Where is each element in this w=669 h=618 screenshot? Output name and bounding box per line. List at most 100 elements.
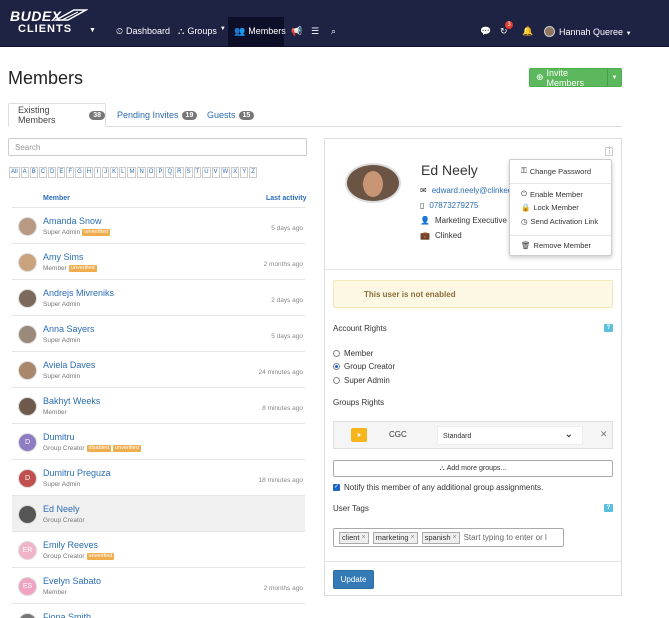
add-groups-button[interactable]: ⛬ Add more groups... (333, 460, 613, 477)
notify-checkbox-row[interactable]: ✓ Notify this member of any additional g… (333, 483, 543, 492)
member-row[interactable]: Amanda Snow Super Admin unverified 5 days a… (12, 207, 305, 243)
alphabet-letter[interactable]: P (156, 167, 165, 178)
remove-tag-icon[interactable]: × (453, 533, 457, 543)
group-permission-select[interactable]: Standard ⌄ (437, 426, 583, 445)
brand-caret-icon[interactable]: ▼ (89, 27, 96, 34)
member-row[interactable]: Aviela Daves Super Admin 24 minutes ago (12, 351, 305, 387)
alphabet-letter[interactable]: C (38, 167, 48, 178)
invite-members-button[interactable]: ⊕ Invite Members ▼ (529, 68, 622, 88)
tab-pending-invites[interactable]: Pending Invites 19 (117, 103, 198, 127)
nav-groups[interactable]: ⛬ Groups ▼ (178, 17, 226, 47)
member-name-link[interactable]: Dumitru Preguza (43, 468, 111, 478)
alphabet-letter[interactable]: I (94, 167, 102, 178)
help-icon[interactable]: ? (604, 324, 613, 332)
member-name-link[interactable]: Fiona Smith (43, 612, 91, 618)
member-phone[interactable]: 07873279275 (429, 201, 478, 210)
search-input[interactable]: Search (8, 138, 307, 156)
checkbox-checked-icon[interactable]: ✓ (333, 484, 340, 491)
radio-member[interactable]: Member (333, 349, 373, 358)
menu-remove-member[interactable]: 🗑 Remove Member (521, 241, 591, 250)
member-name-link[interactable]: Evelyn Sabato (43, 576, 101, 586)
member-row[interactable]: Ed Neely Group Creator (12, 495, 305, 531)
alphabet-letter[interactable]: K (110, 167, 119, 178)
remove-tag-icon[interactable]: × (362, 533, 366, 543)
member-row[interactable]: Andrejs Mivreniks Super Admin 2 days ago (12, 279, 305, 315)
menu-send-activation[interactable]: ◷ Send Activation Link (521, 217, 598, 226)
tab-guests[interactable]: Guests 15 (207, 103, 255, 127)
member-row[interactable]: Anna Sayers Super Admin 5 days ago (12, 315, 305, 351)
member-row[interactable]: D Dumitru Preguza Super Admin 18 minutes ag… (12, 459, 305, 495)
user-tags-input[interactable]: client × marketing × spanish × Start typing… (333, 528, 564, 547)
remove-tag-icon[interactable]: × (411, 533, 415, 543)
alphabet-letter[interactable]: N (137, 167, 146, 178)
member-company: Clinked (434, 231, 462, 240)
alphabet-letter[interactable]: O (146, 167, 156, 178)
member-name-link[interactable]: Dumitru (43, 432, 75, 442)
invite-dropdown-toggle[interactable]: ▼ (607, 69, 621, 86)
column-header-activity[interactable]: Last activity (266, 195, 306, 202)
nav-members[interactable]: 👥 Members (228, 17, 286, 47)
member-name-link[interactable]: Emily Reeves (43, 540, 98, 550)
bell-icon[interactable]: 🔔 (522, 26, 533, 37)
menu-lock-member[interactable]: 🔒 Lock Member (521, 203, 579, 212)
member-name-link[interactable]: Bakhyt Weeks (43, 396, 100, 406)
group-name: CGC (389, 430, 407, 439)
alphabet-letter[interactable]: D (48, 167, 57, 178)
update-button[interactable]: Update (333, 570, 374, 589)
alphabet-letter[interactable]: A (20, 167, 29, 178)
member-role: Super Admin (43, 373, 80, 380)
member-name-link[interactable]: Amy Sims (43, 252, 84, 262)
member-row[interactable]: Bakhyt Weeks Member 8 minutes ago (12, 387, 305, 423)
tag-chip: client × (339, 531, 369, 544)
alphabet-letter[interactable]: T (193, 167, 202, 178)
member-name-link[interactable]: Amanda Snow (43, 216, 102, 226)
alphabet-letter[interactable]: U (202, 167, 211, 178)
alphabet-letter[interactable]: W (220, 167, 231, 178)
alphabet-letter[interactable]: All (9, 167, 20, 178)
user-avatar[interactable] (544, 26, 555, 37)
alphabet-letter[interactable]: H (84, 167, 94, 178)
alphabet-letter[interactable]: J (102, 167, 110, 178)
tab-existing-members[interactable]: Existing Members 38 (8, 103, 106, 127)
alphabet-letter[interactable]: E (57, 167, 66, 178)
member-name-link[interactable]: Aviela Daves (43, 360, 95, 370)
help-icon[interactable]: ? (604, 504, 613, 512)
person-icon: 👤 (420, 216, 430, 225)
more-options-icon[interactable]: ⋮ (605, 147, 613, 156)
member-row[interactable]: ER Emily Reeves Group Creator unverified (12, 531, 305, 567)
chat-icon[interactable]: 💬 (480, 26, 491, 37)
alphabet-letter[interactable]: Q (165, 167, 175, 178)
radio-super-admin[interactable]: Super Admin (333, 376, 390, 385)
member-row[interactable]: D Dumitru Group Creator disabled unverified (12, 423, 305, 459)
menu-change-password[interactable]: ⚿ Change Password (521, 166, 591, 176)
radio-group-creator[interactable]: Group Creator (333, 362, 395, 371)
member-row[interactable]: Fiona Smith (12, 603, 305, 618)
alphabet-letter[interactable]: F (66, 167, 75, 178)
alphabet-letter[interactable]: G (75, 167, 84, 178)
alphabet-letter[interactable]: X (231, 167, 240, 178)
search-icon[interactable]: ⌕ (331, 26, 336, 37)
alphabet-letter[interactable]: Y (240, 167, 249, 178)
list-icon[interactable]: ☰ (311, 26, 319, 37)
member-row[interactable]: Amy Sims Member unverified 2 months ago (12, 243, 305, 279)
menu-enable-member[interactable]: ⏻ Enable Member (521, 189, 583, 199)
top-navbar: BUDEX CLIENTS ▼ ⏲ Dashboard ⛬ Groups ▼ 👥… (0, 0, 669, 47)
alphabet-letter[interactable]: V (211, 167, 220, 178)
alphabet-letter[interactable]: M (127, 167, 137, 178)
announce-icon[interactable]: 📢 (291, 26, 302, 37)
alphabet-letter[interactable]: Z (249, 167, 257, 178)
alphabet-letter[interactable]: B (29, 167, 38, 178)
remove-group-icon[interactable]: ✕ (600, 429, 608, 440)
member-name-link[interactable]: Andrejs Mivreniks (43, 288, 114, 298)
users-icon: 👥 (234, 26, 246, 36)
nav-dashboard[interactable]: ⏲ Dashboard (116, 17, 170, 47)
member-row[interactable]: ES Evelyn Sabato Member 2 months ago (12, 567, 305, 603)
alphabet-letter[interactable]: R (175, 167, 184, 178)
user-menu[interactable]: Hannah Queree ▼ (559, 27, 632, 37)
member-email[interactable]: edward.neely@clinked (432, 186, 513, 195)
member-name-link[interactable]: Ed Neely (43, 504, 80, 514)
alphabet-letter[interactable]: L (119, 167, 127, 178)
member-name-link[interactable]: Anna Sayers (43, 324, 95, 334)
column-header-member[interactable]: Member (43, 195, 70, 202)
alphabet-letter[interactable]: S (184, 167, 193, 178)
